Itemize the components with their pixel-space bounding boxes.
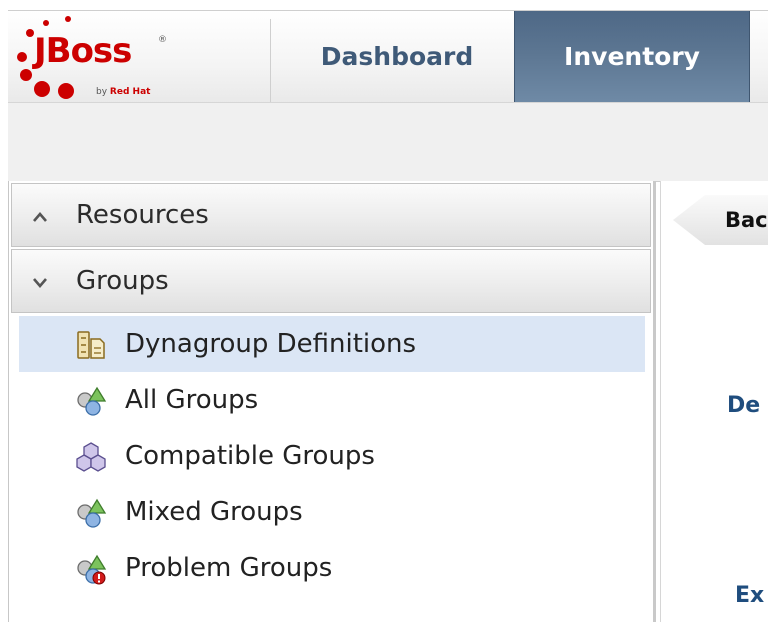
section-groups[interactable]: Groups [11,249,651,313]
chevron-down-icon [28,250,52,312]
nav-item-label: Dynagroup Definitions [125,329,417,359]
nav-item-problem-groups[interactable]: Problem Groups [19,540,645,596]
nav-item-label: All Groups [125,385,259,415]
jboss-logo[interactable]: JBoss ® by Red Hat [8,11,270,103]
section-label: Groups [76,266,169,296]
nav-item-label: Problem Groups [125,553,333,583]
mixed-group-icon [75,497,107,529]
tab-inventory[interactable]: Inventory [514,11,750,103]
tab-dashboard[interactable]: Dashboard [280,11,514,103]
nav-item-dynagroup-definitions[interactable]: Dynagroup Definitions [19,316,645,372]
content-fragment-2: Ex [735,583,765,608]
nav-item-label: Mixed Groups [125,497,303,527]
section-label: Resources [76,200,209,230]
nav-item-compatible-groups[interactable]: Compatible Groups [19,428,645,484]
logo-wordmark: JBoss [34,31,132,71]
logo-byline: by Red Hat [96,87,151,97]
nav-item-label: Compatible Groups [125,441,375,471]
content-panel: Bac De Ex [660,181,768,622]
header-divider [270,19,271,103]
nav-item-mixed-groups[interactable]: Mixed Groups [19,484,645,540]
chevron-up-icon [28,184,52,246]
problem-group-icon [75,553,107,585]
section-resources[interactable]: Resources [11,183,651,247]
dynagroup-icon [75,329,107,361]
compatible-group-icon [75,441,107,473]
nav-item-all-groups[interactable]: All Groups [19,372,645,428]
top-header: JBoss ® by Red Hat Dashboard Inventory [8,10,768,103]
back-button-label: Bac [725,208,768,232]
group-icon [75,385,107,417]
toolbar-band [8,102,768,182]
logo-registered: ® [158,35,167,45]
left-nav-panel: Resources Groups Dynagroup Definitions A… [8,181,656,622]
content-fragment-1: De [727,393,761,418]
